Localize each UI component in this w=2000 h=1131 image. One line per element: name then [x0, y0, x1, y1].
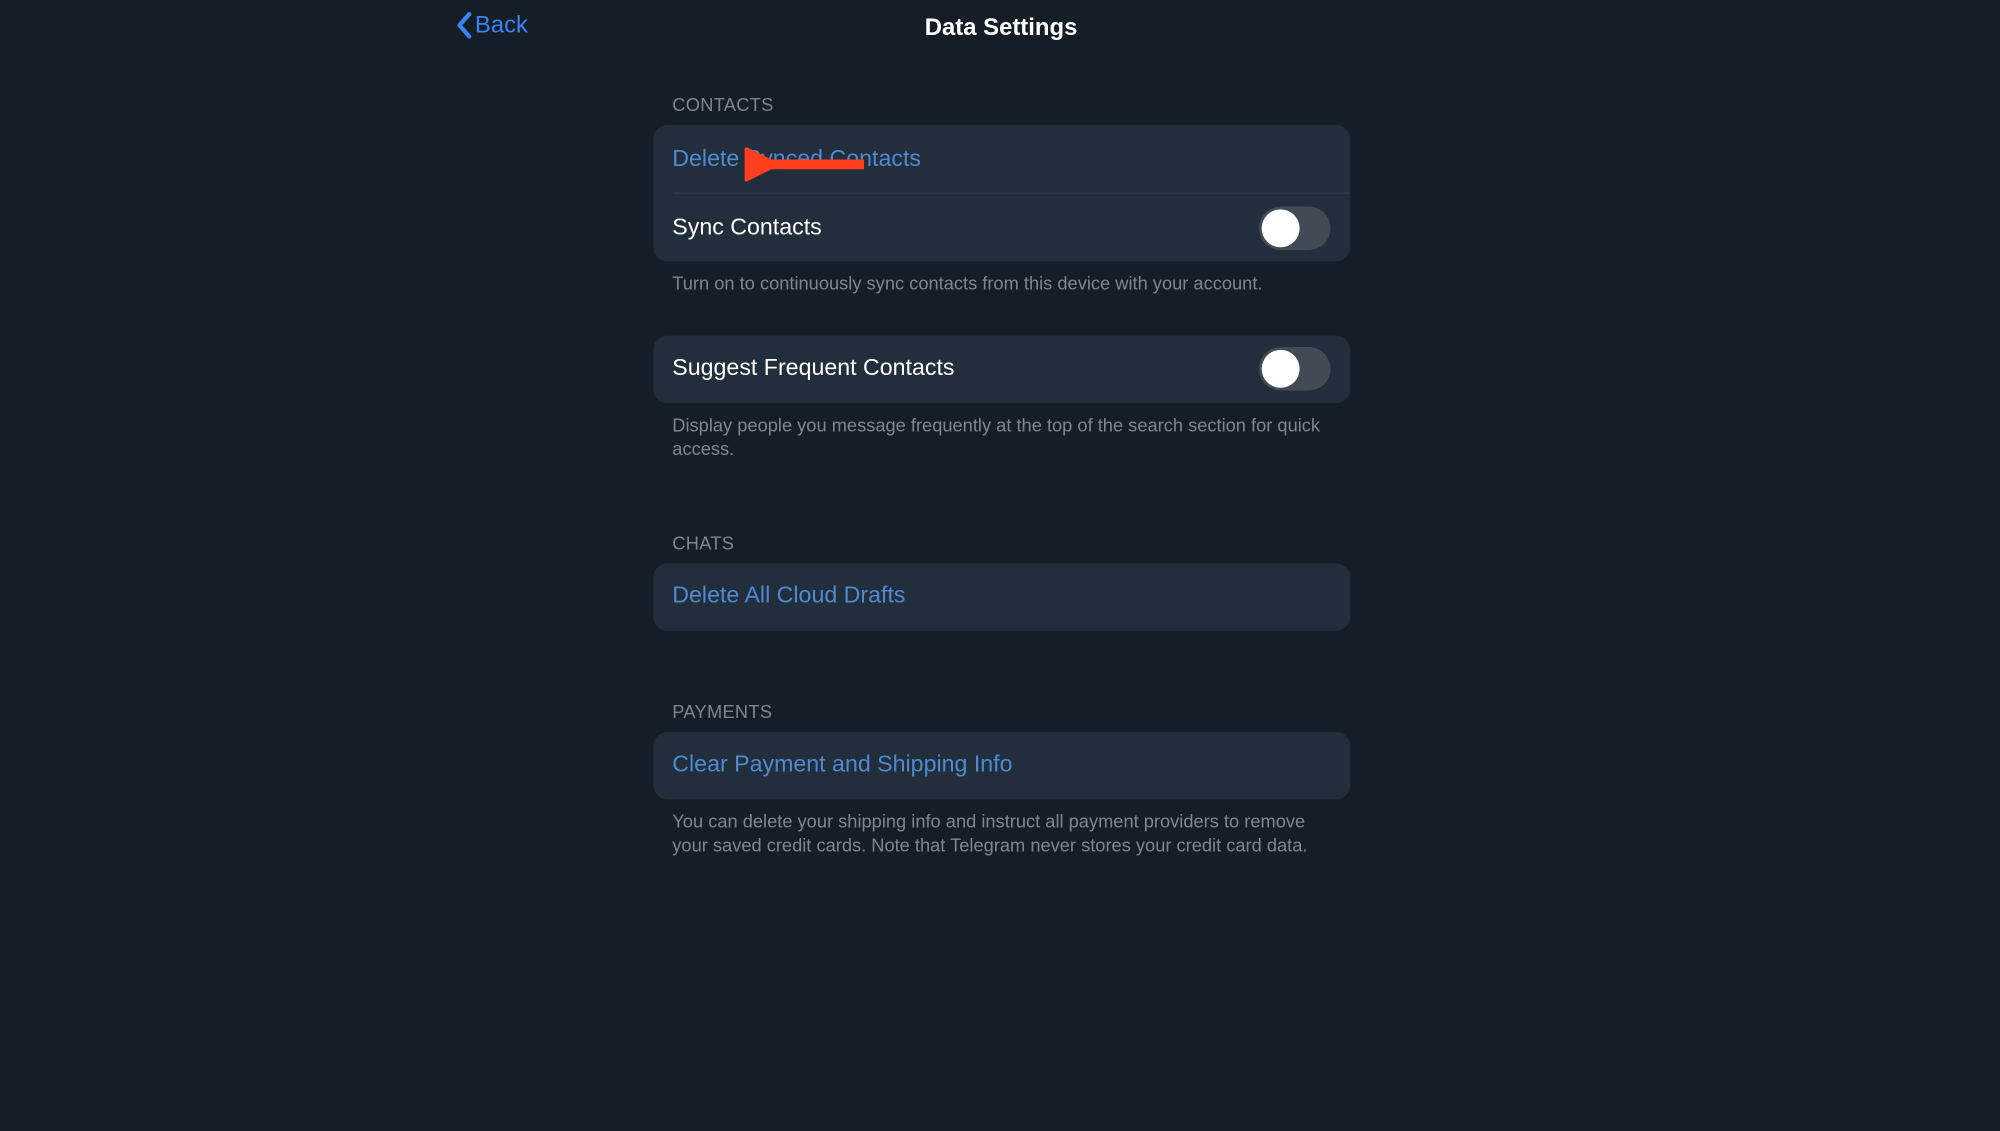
toggle-knob	[1261, 209, 1299, 247]
group-chats: Delete All Cloud Drafts	[653, 563, 1350, 630]
section-header-chats: CHATS	[653, 532, 1350, 563]
chevron-left-icon	[455, 11, 472, 39]
back-label: Back	[475, 11, 528, 39]
suggest-frequent-footer: Display people you message frequently at…	[653, 403, 1350, 462]
suggest-frequent-toggle[interactable]	[1258, 347, 1330, 391]
back-button[interactable]: Back	[455, 11, 528, 39]
group-contacts: Delete Synced Contacts Sync Contacts	[653, 125, 1350, 261]
clear-payment-info-label: Clear Payment and Shipping Info	[672, 752, 1012, 779]
sync-contacts-toggle[interactable]	[1258, 206, 1330, 250]
row-sync-contacts[interactable]: Sync Contacts	[653, 194, 1350, 261]
nav-header: Back Data Settings	[0, 0, 2000, 63]
row-clear-payment-info[interactable]: Clear Payment and Shipping Info	[653, 732, 1350, 799]
section-header-contacts: CONTACTS	[653, 94, 1350, 125]
sync-contacts-footer: Turn on to continuously sync contacts fr…	[653, 261, 1350, 295]
group-payments: Clear Payment and Shipping Info	[653, 732, 1350, 799]
row-suggest-frequent[interactable]: Suggest Frequent Contacts	[653, 335, 1350, 402]
row-delete-synced-contacts[interactable]: Delete Synced Contacts	[653, 125, 1350, 192]
delete-synced-contacts-label: Delete Synced Contacts	[672, 145, 921, 172]
toggle-knob	[1261, 350, 1299, 388]
suggest-frequent-label: Suggest Frequent Contacts	[672, 356, 954, 383]
row-delete-cloud-drafts[interactable]: Delete All Cloud Drafts	[653, 563, 1350, 630]
page-title: Data Settings	[0, 14, 2000, 42]
delete-cloud-drafts-label: Delete All Cloud Drafts	[672, 583, 905, 610]
sync-contacts-label: Sync Contacts	[672, 214, 821, 241]
settings-content: CONTACTS Delete Synced Contacts Sync Con…	[653, 63, 1350, 858]
payments-footer: You can delete your shipping info and in…	[653, 799, 1350, 858]
section-header-payments: PAYMENTS	[653, 701, 1350, 732]
group-suggest: Suggest Frequent Contacts	[653, 335, 1350, 402]
